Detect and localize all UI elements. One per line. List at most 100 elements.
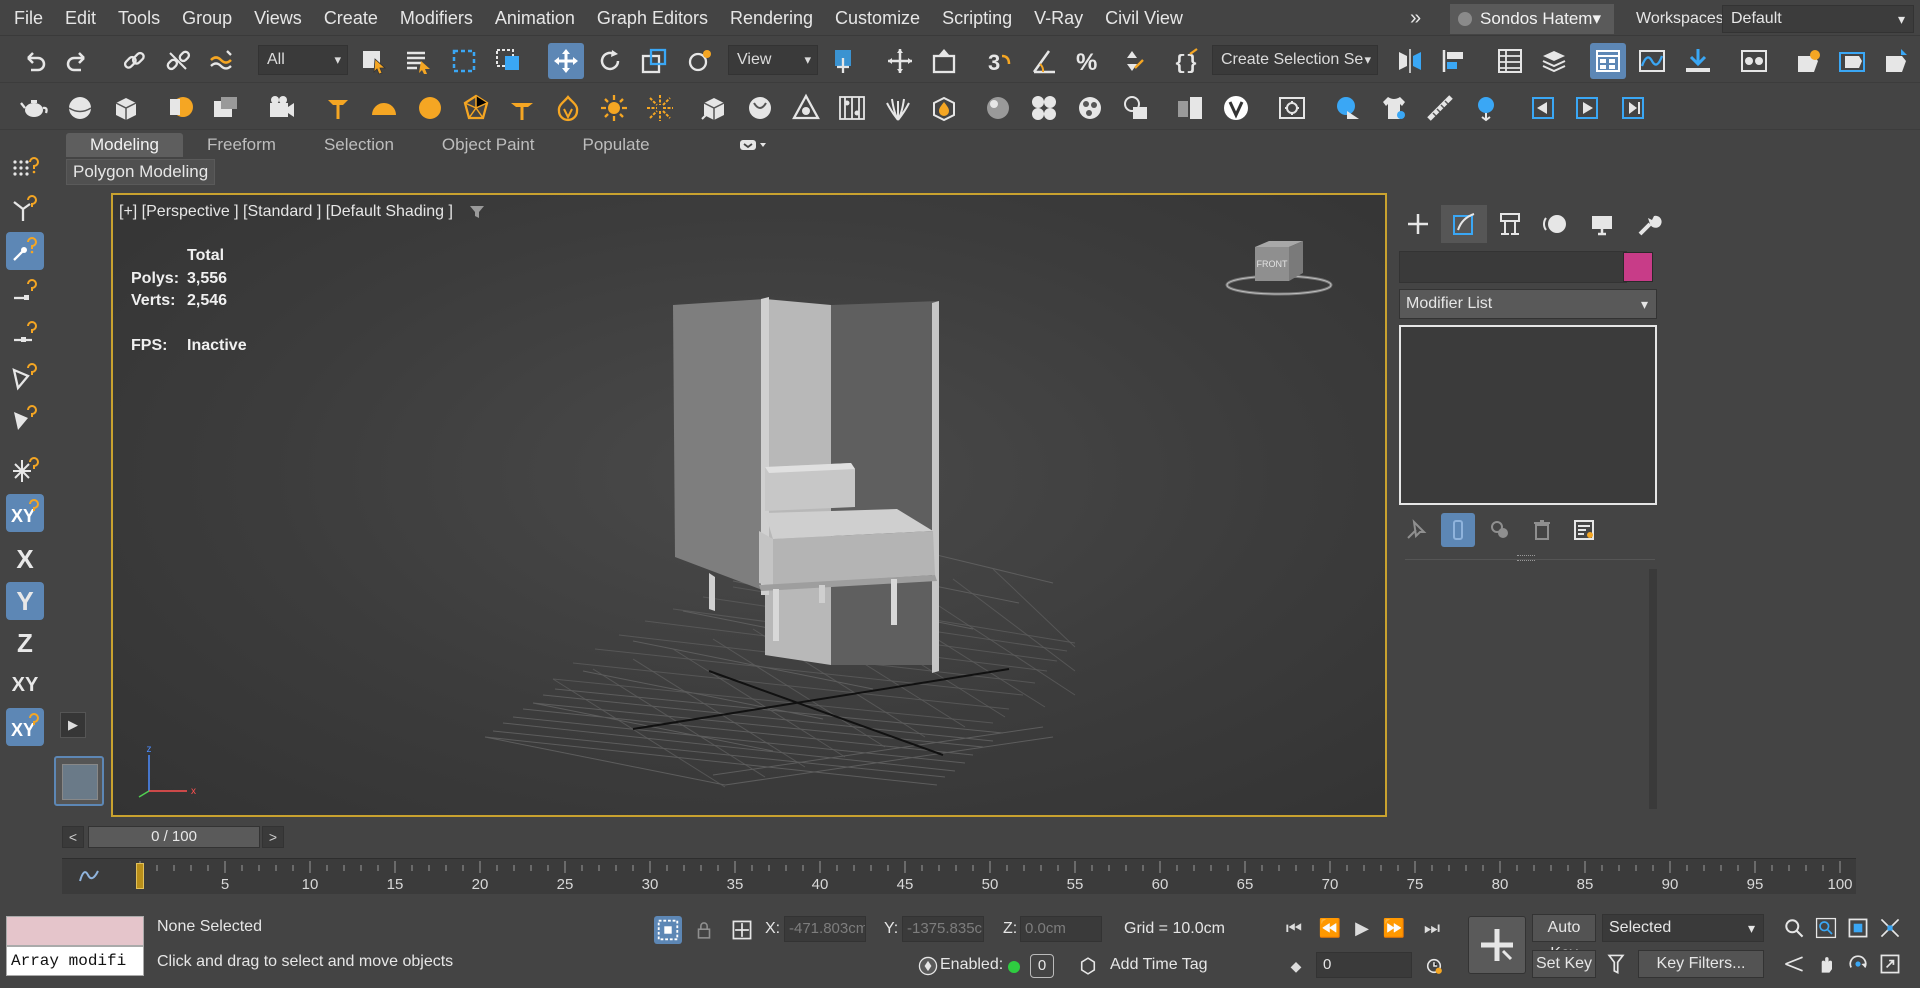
auto-key-button[interactable]: Auto Key (1532, 914, 1596, 962)
y-coordinate-field[interactable]: -1375.835c (902, 916, 984, 942)
tab-populate[interactable]: Populate (559, 133, 674, 157)
set-keys-button[interactable] (1468, 916, 1526, 974)
undo-icon[interactable] (16, 43, 52, 79)
go-to-start-icon[interactable]: ⏮ (1280, 914, 1308, 942)
menu-file[interactable]: File (0, 0, 54, 36)
sphere-primitive-icon[interactable] (62, 90, 98, 126)
object-color-swatch[interactable] (1623, 252, 1653, 282)
vray-light-icon[interactable] (164, 90, 200, 126)
z-coordinate-field[interactable]: 0.0cm (1020, 916, 1102, 942)
utilities-tab-icon[interactable] (1625, 205, 1671, 243)
material-editor-icon[interactable] (1736, 43, 1772, 79)
rendered-frame-window-icon[interactable] (1834, 43, 1870, 79)
vray-camera-icon[interactable] (264, 90, 300, 126)
vray-mesh-light-icon[interactable] (458, 90, 494, 126)
teapot-icon[interactable] (16, 90, 52, 126)
vray-material-sphere-icon[interactable] (980, 90, 1016, 126)
isolate-selection-icon[interactable] (654, 916, 682, 944)
vray-frame-buffer-icon[interactable] (1172, 90, 1208, 126)
object-name-field[interactable] (1399, 251, 1627, 283)
adaptive-degradation-icon[interactable] (914, 952, 942, 980)
next-key-icon[interactable]: ⏩ (1380, 914, 1408, 942)
tab-selection[interactable]: Selection (300, 133, 418, 157)
menu-rendering[interactable]: Rendering (719, 0, 824, 36)
pan-view-icon[interactable] (1812, 950, 1840, 978)
orbit-icon[interactable] (1844, 950, 1872, 978)
render-production-icon[interactable] (1878, 43, 1914, 79)
render-setup-icon[interactable] (1790, 43, 1826, 79)
pin-stack-icon[interactable] (1399, 513, 1433, 547)
constrain-plane-icon[interactable]: XY (6, 708, 44, 746)
user-account-menu[interactable]: Sondos Hatem▾ (1450, 4, 1614, 34)
select-by-name-icon[interactable] (400, 43, 436, 79)
vray-volume-icon[interactable] (926, 90, 962, 126)
vray-dome-light-icon[interactable] (366, 90, 402, 126)
vray-sphere-light-icon[interactable] (412, 90, 448, 126)
vray-debug-icon[interactable] (1468, 90, 1504, 126)
make-unique-icon[interactable] (1483, 513, 1517, 547)
zoom-extents-all-icon[interactable] (1876, 914, 1904, 942)
vray-plane-icon[interactable] (788, 90, 824, 126)
keyboard-shortcut-override-icon[interactable] (926, 43, 962, 79)
vray-measure-icon[interactable] (1422, 90, 1458, 126)
viewport-label-menu[interactable]: [+] [Perspective ] [Standard ] [Default … (119, 203, 453, 221)
menu-civil-view[interactable]: Civil View (1094, 0, 1194, 36)
scene-explorer-icon[interactable] (1492, 43, 1528, 79)
bind-space-warp-icon[interactable] (204, 43, 240, 79)
vray-material-editor-icon[interactable] (1072, 90, 1108, 126)
select-and-place-icon[interactable] (682, 43, 718, 79)
window-crossing-icon[interactable] (490, 43, 526, 79)
select-and-rotate-icon[interactable] (592, 43, 628, 79)
grid-snap-icon[interactable] (6, 146, 44, 184)
constrain-x-button[interactable]: X (6, 540, 44, 578)
key-mode-dropdown[interactable]: Selected (1602, 914, 1764, 942)
select-and-move-icon[interactable] (548, 43, 584, 79)
enabled-status-dot[interactable] (1008, 961, 1020, 973)
zoom-icon[interactable] (1780, 914, 1808, 942)
menu-group[interactable]: Group (171, 0, 243, 36)
vray-cloth-icon[interactable] (1376, 90, 1412, 126)
schematic-view-icon[interactable] (1680, 43, 1716, 79)
modify-tab-icon[interactable] (1441, 205, 1487, 243)
key-filters-button[interactable]: Key Filters... (1638, 950, 1764, 978)
ribbon-panel-polygon-modeling[interactable]: Polygon Modeling (66, 159, 216, 185)
snaps-toggle-icon[interactable]: 3 (982, 43, 1018, 79)
maxscript-listener-output[interactable] (6, 916, 144, 946)
panel-resize-grip[interactable] (1517, 555, 1535, 561)
motion-tab-icon[interactable] (1533, 205, 1579, 243)
vray-scene-converter-icon[interactable] (1330, 90, 1366, 126)
menu-vray[interactable]: V-Ray (1023, 0, 1094, 36)
menu-customize[interactable]: Customize (824, 0, 931, 36)
vray-lister-icon[interactable] (1274, 90, 1310, 126)
edit-named-selection-icon[interactable]: {} (1168, 43, 1204, 79)
select-manipulate-icon[interactable] (882, 43, 918, 79)
set-key-button[interactable]: Set Key (1532, 950, 1596, 978)
percent-snap-icon[interactable]: % (1070, 43, 1106, 79)
configure-modifier-sets-icon[interactable] (1567, 513, 1601, 547)
modifier-stack[interactable] (1399, 325, 1657, 505)
unlink-icon[interactable] (160, 43, 196, 79)
expand-panel-icon[interactable]: ▶ (60, 712, 86, 738)
toggle-ribbon-icon[interactable] (1590, 43, 1626, 79)
next-frame-icon[interactable] (1616, 90, 1652, 126)
key-mode-toggle-icon[interactable]: ◆ (1282, 952, 1310, 980)
menu-scripting[interactable]: Scripting (931, 0, 1023, 36)
vray-ambient-light-icon[interactable] (550, 90, 586, 126)
time-tag-icon[interactable] (1074, 952, 1102, 980)
viewcube[interactable]: FRONT (1219, 235, 1359, 305)
named-selection-dropdown[interactable]: Create Selection Se (1212, 45, 1378, 75)
reference-coordinate-dropdown[interactable]: View (728, 45, 818, 75)
menu-tools[interactable]: Tools (107, 0, 171, 36)
field-of-view-icon[interactable] (1780, 950, 1808, 978)
hierarchy-tab-icon[interactable] (1487, 205, 1533, 243)
time-configuration-icon[interactable] (1420, 952, 1448, 980)
workspaces-dropdown[interactable]: Default (1722, 5, 1914, 33)
add-time-tag-button[interactable]: Add Time Tag (1110, 956, 1208, 974)
play-render-icon[interactable] (1570, 90, 1606, 126)
menu-modifiers[interactable]: Modifiers (389, 0, 484, 36)
zoom-all-icon[interactable] (1812, 914, 1840, 942)
curve-editor-icon[interactable] (1634, 43, 1670, 79)
constrain-xy-button[interactable]: XY (6, 666, 44, 704)
previous-frame-icon[interactable] (1524, 90, 1560, 126)
vray-multi-material-icon[interactable] (1026, 90, 1062, 126)
